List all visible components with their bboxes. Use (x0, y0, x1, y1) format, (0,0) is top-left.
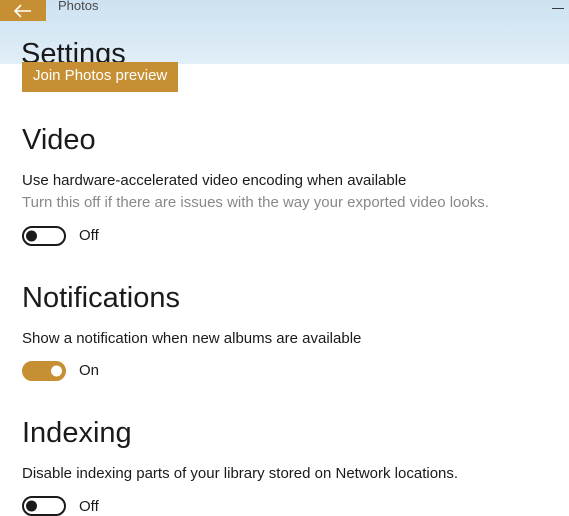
indexing-label: Disable indexing parts of your library s… (22, 464, 559, 484)
minimize-button[interactable] (551, 1, 565, 15)
join-preview-button[interactable]: Join Photos preview (22, 62, 178, 92)
notifications-toggle[interactable] (22, 361, 66, 381)
toggle-knob-icon (26, 501, 37, 512)
video-encoding-toggle[interactable] (22, 226, 66, 246)
section-heading-indexing: Indexing (22, 417, 559, 450)
indexing-toggle-row: Off (22, 496, 559, 516)
settings-content: Join Photos preview Video Use hardware-a… (0, 64, 569, 504)
app-name: Photos (58, 0, 98, 12)
section-heading-notifications: Notifications (22, 282, 559, 315)
notifications-state: On (79, 362, 99, 379)
back-button[interactable] (0, 0, 46, 21)
toggle-knob-icon (26, 230, 37, 241)
indexing-toggle[interactable] (22, 496, 66, 516)
video-encoding-state: Off (79, 227, 99, 244)
video-encoding-label: Use hardware-accelerated video encoding … (22, 171, 559, 191)
toggle-knob-icon (51, 365, 62, 376)
back-arrow-icon (14, 4, 32, 18)
section-heading-video: Video (22, 124, 559, 157)
video-encoding-toggle-row: Off (22, 226, 559, 246)
notifications-toggle-row: On (22, 361, 559, 381)
indexing-state: Off (79, 498, 99, 515)
video-encoding-desc: Turn this off if there are issues with t… (22, 193, 559, 213)
notifications-label: Show a notification when new albums are … (22, 329, 559, 349)
